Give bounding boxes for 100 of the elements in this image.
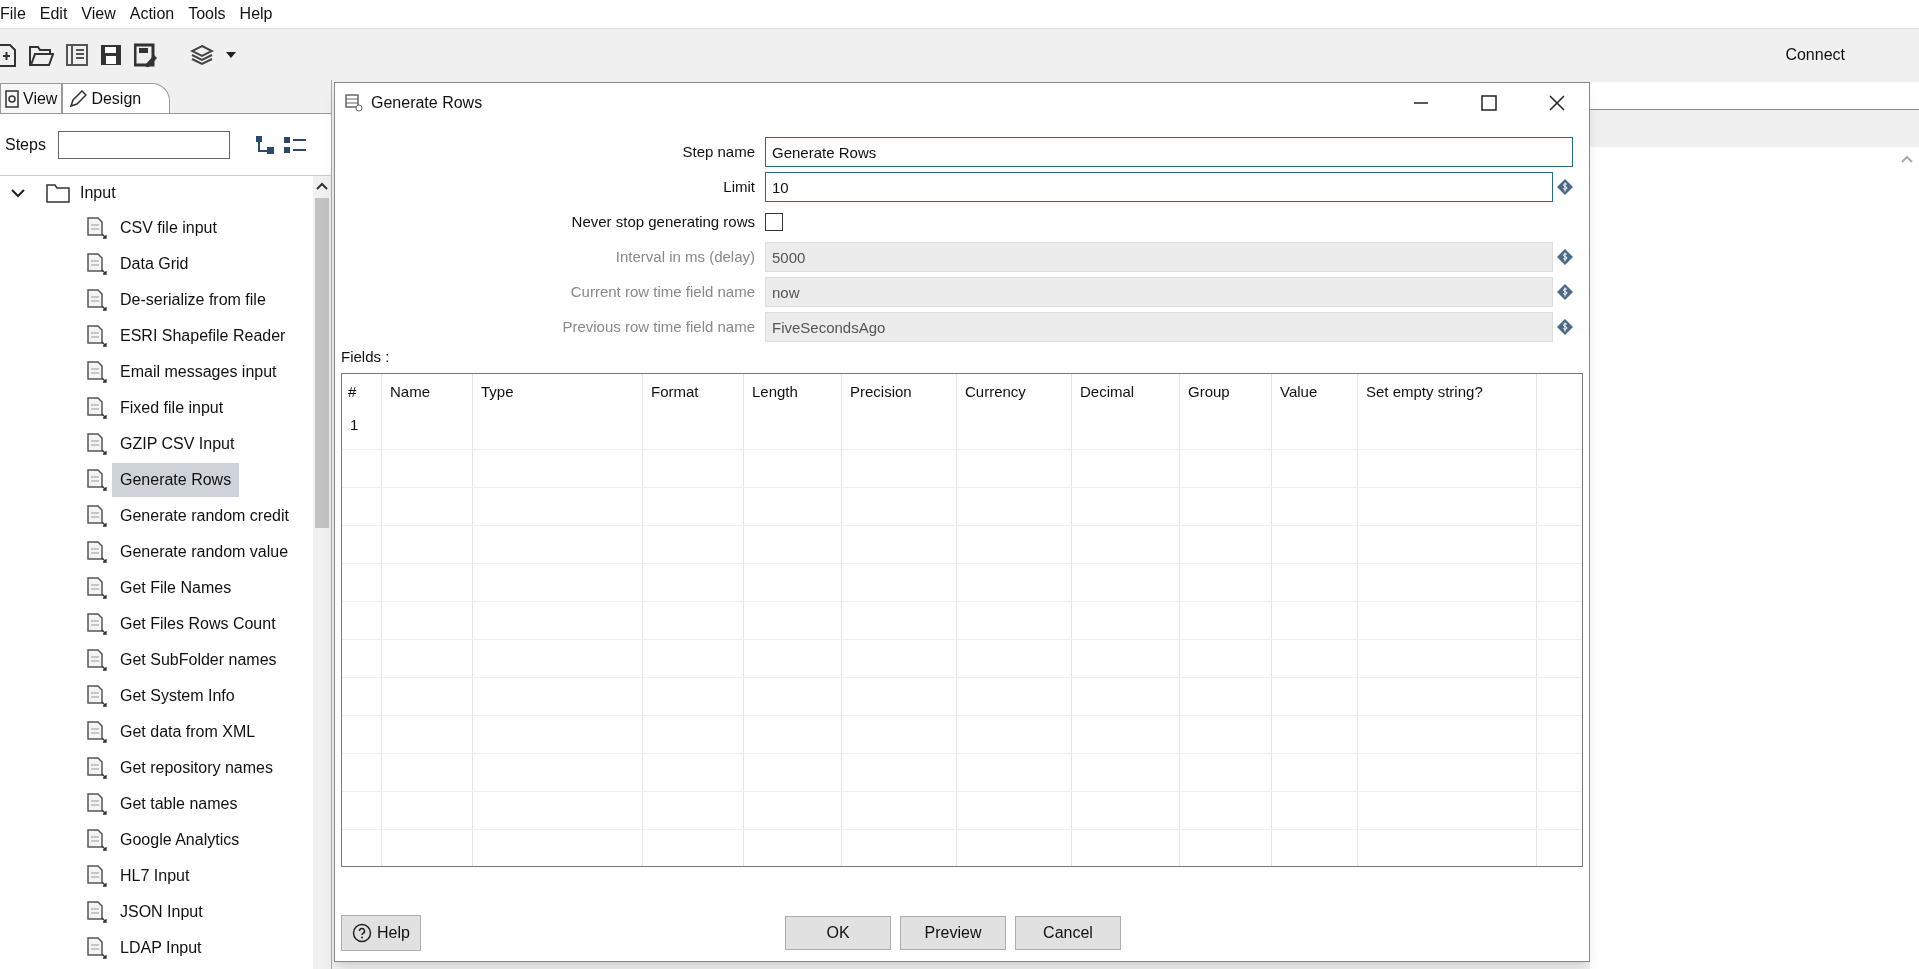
column-header[interactable]: Value — [1272, 373, 1358, 412]
steps-search-field[interactable] — [57, 130, 230, 159]
step-item[interactable]: Get data from XML — [112, 715, 264, 749]
scroll-up-icon[interactable] — [316, 182, 328, 190]
step-icon — [86, 288, 108, 312]
column-header[interactable]: Currency — [957, 373, 1072, 412]
menu-item[interactable]: View — [74, 2, 123, 26]
step-item[interactable]: Get SubFolder names — [112, 643, 285, 677]
step-icon — [86, 468, 108, 492]
column-header[interactable]: Precision — [842, 373, 957, 412]
step-item[interactable]: CSV file input — [112, 211, 225, 245]
step-icon — [86, 540, 108, 564]
steps-label: Steps — [5, 134, 46, 155]
search-document-icon — [5, 89, 19, 108]
tab[interactable]: View — [0, 83, 63, 113]
step-item[interactable]: Get table names — [112, 787, 246, 821]
step-item[interactable]: JSON Input — [112, 895, 211, 929]
step-icon — [86, 756, 108, 780]
tree-icon[interactable] — [254, 134, 275, 155]
step-item[interactable]: Generate Rows — [112, 463, 240, 497]
caret-icon[interactable] — [226, 51, 236, 58]
input-field[interactable]: Generate Rows — [765, 137, 1573, 167]
step-icon — [86, 648, 108, 672]
step-item[interactable]: GZIP CSV Input — [112, 427, 243, 461]
step-item[interactable]: ESRI Shapefile Reader — [112, 319, 294, 353]
step-icon — [86, 396, 108, 420]
checkbox[interactable] — [765, 213, 783, 231]
step-icon — [86, 432, 108, 456]
step-item[interactable]: Email messages input — [112, 355, 285, 389]
menu-item[interactable]: File — [0, 2, 33, 26]
step-icon — [86, 720, 108, 744]
column-header[interactable]: Format — [643, 373, 744, 412]
column-header[interactable]: Group — [1180, 373, 1272, 412]
step-item[interactable]: De-serialize from file — [112, 283, 274, 317]
list-view-icon[interactable] — [282, 134, 307, 155]
menu-item[interactable]: Tools — [181, 2, 233, 26]
step-icon — [86, 252, 108, 276]
column-header[interactable]: Decimal — [1072, 373, 1180, 412]
field-label: Limit — [722, 176, 756, 197]
checkbox-label: Never stop generating rows — [570, 211, 756, 232]
step-item[interactable]: Google Analytics — [112, 823, 248, 857]
column-header[interactable]: # — [342, 373, 382, 412]
column-header[interactable]: Type — [473, 373, 643, 412]
tab[interactable]: Design — [62, 83, 171, 113]
layers-icon[interactable] — [190, 43, 214, 66]
step-icon — [86, 828, 108, 852]
save-icon[interactable] — [100, 42, 122, 67]
step-item[interactable]: LDAP Input — [112, 931, 210, 965]
column-header[interactable]: Length — [744, 373, 842, 412]
connect-button[interactable]: Connect — [1785, 42, 1845, 67]
step-item[interactable]: Fixed file input — [112, 391, 232, 425]
step-icon — [86, 864, 108, 888]
help-icon — [352, 923, 372, 943]
step-icon — [86, 792, 108, 816]
field-label: Step name — [681, 141, 756, 162]
pencil-icon — [69, 89, 88, 108]
step-item[interactable]: Get System Info — [112, 679, 243, 713]
new-file-icon[interactable] — [0, 41, 16, 68]
step-icon — [86, 684, 108, 708]
help-button[interactable]: Help — [341, 915, 421, 951]
dialog-title: Generate Rows — [371, 93, 483, 113]
step-icon — [86, 216, 108, 240]
dialog-button[interactable]: Cancel — [1015, 916, 1121, 950]
step-icon — [86, 936, 108, 960]
input-field[interactable]: 10 — [765, 172, 1553, 202]
step-item[interactable]: Get Files Rows Count — [112, 607, 284, 641]
table-icon — [345, 94, 363, 112]
menu-item[interactable]: Action — [122, 2, 182, 26]
dialog-button[interactable]: OK — [785, 916, 891, 950]
close-icon[interactable] — [1549, 95, 1565, 111]
step-item[interactable]: Generate random value — [112, 535, 297, 569]
maximize-icon[interactable] — [1481, 95, 1497, 111]
tree-folder[interactable]: Input — [80, 181, 116, 205]
step-icon — [86, 576, 108, 600]
list-icon[interactable] — [66, 42, 88, 67]
folder-icon — [46, 183, 70, 203]
step-item[interactable]: HL7 Input — [112, 859, 198, 893]
column-header[interactable]: Set empty string? — [1358, 373, 1537, 412]
fields-label: Fields : — [341, 347, 391, 367]
dialog-button[interactable]: Preview — [900, 916, 1006, 950]
menu-item[interactable]: Edit — [32, 2, 75, 26]
column-header[interactable]: Name — [382, 373, 473, 412]
step-item[interactable]: Data Grid — [112, 247, 197, 281]
step-icon — [86, 612, 108, 636]
save-as-icon[interactable] — [134, 42, 158, 67]
step-item[interactable]: Generate random credit — [112, 499, 297, 533]
field-label: Interval in ms (delay) — [614, 246, 756, 267]
variable-icon[interactable] — [1557, 179, 1573, 195]
step-icon — [86, 900, 108, 924]
step-icon — [86, 324, 108, 348]
step-icon — [86, 504, 108, 528]
scrollbar[interactable] — [313, 176, 331, 969]
row-number: 1 — [342, 411, 382, 449]
field-label: Previous row time field name — [561, 316, 756, 337]
expand-toggle[interactable] — [10, 188, 26, 198]
step-item[interactable]: Get repository names — [112, 751, 281, 785]
step-item[interactable]: Get File Names — [112, 571, 240, 605]
field-label: Current row time field name — [569, 281, 756, 302]
menu-item[interactable]: Help — [232, 2, 280, 26]
step-icon — [86, 360, 108, 384]
